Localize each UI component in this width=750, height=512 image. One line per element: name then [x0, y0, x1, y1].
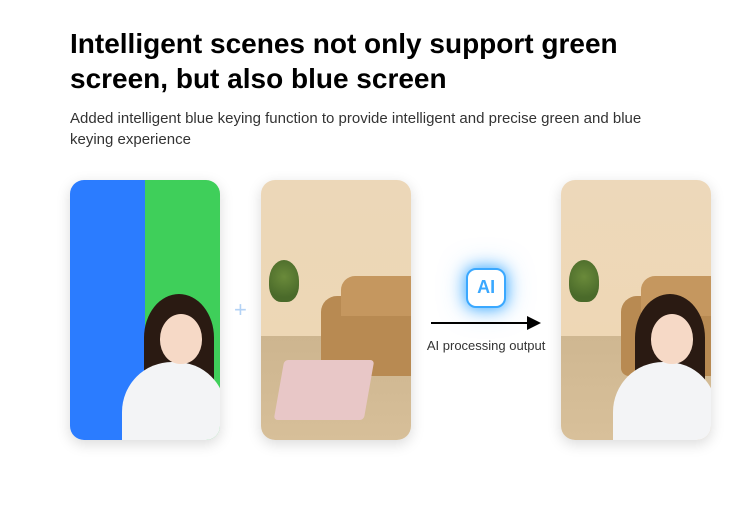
illustration-row: + AI AI processing output [70, 180, 680, 440]
ai-icon: AI [466, 268, 506, 308]
background-room-card [261, 180, 411, 440]
person-figure-output [607, 290, 711, 440]
feature-subtitle: Added intelligent blue keying function t… [70, 108, 680, 150]
plus-icon: + [232, 297, 249, 323]
feature-title: Intelligent scenes not only support gree… [70, 26, 680, 96]
ai-process-block: AI AI processing output [423, 268, 550, 353]
person-figure [116, 290, 220, 440]
ai-caption: AI processing output [427, 338, 546, 353]
source-person-card [70, 180, 220, 440]
arrow-right-icon [431, 316, 541, 330]
output-composite-card [561, 180, 711, 440]
